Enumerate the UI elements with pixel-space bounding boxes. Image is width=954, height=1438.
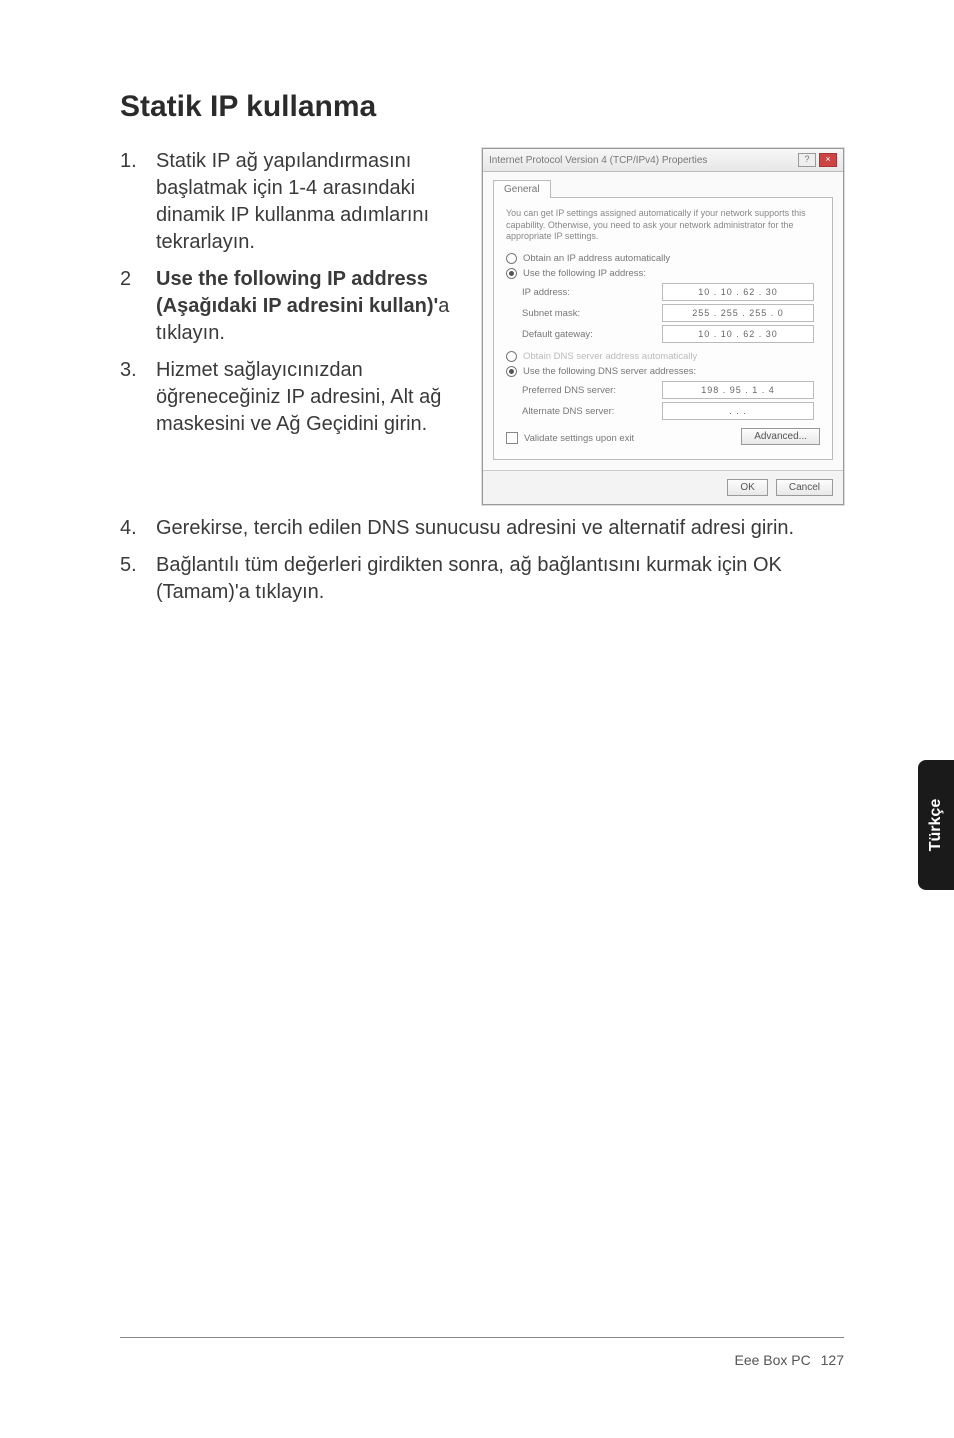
steps-list-full: 4. Gerekirse, tercih edilen DNS sunucusu… [120, 515, 844, 606]
input-preferred-dns[interactable]: 198 . 95 . 1 . 4 [662, 381, 814, 399]
step-1: 1. Statik IP ağ yapılandırmasını başlatm… [120, 148, 460, 256]
step-text: Use the following IP address (Aşağıdaki … [156, 266, 460, 347]
step-2: 2 Use the following IP address (Aşağıdak… [120, 266, 460, 347]
radio-icon [506, 253, 517, 264]
dialog-title-text: Internet Protocol Version 4 (TCP/IPv4) P… [489, 155, 707, 166]
advanced-button[interactable]: Advanced... [741, 428, 820, 445]
step-text: Statik IP ağ yapılandırmasını başlatmak … [156, 148, 460, 256]
label-preferred-dns: Preferred DNS server: [522, 385, 662, 396]
label-subnet-mask: Subnet mask: [522, 308, 662, 319]
radio-label: Use the following IP address: [523, 268, 646, 279]
radio-use-following-ip[interactable]: Use the following IP address: [506, 268, 820, 279]
step-text: Gerekirse, tercih edilen DNS sunucusu ad… [156, 515, 794, 542]
footer-product: Eee Box PC [734, 1352, 810, 1368]
input-alternate-dns[interactable]: . . . [662, 402, 814, 420]
radio-icon [506, 366, 517, 377]
input-ip-address[interactable]: 10 . 10 . 62 . 30 [662, 283, 814, 301]
step-4: 4. Gerekirse, tercih edilen DNS sunucusu… [120, 515, 844, 542]
page-heading: Statik IP kullanma [120, 90, 844, 124]
checkbox-icon [506, 432, 518, 444]
page-footer: Eee Box PC 127 [734, 1352, 844, 1368]
step-bold: Use the following IP address (Aşağıdaki … [156, 268, 438, 317]
step-number: 2 [120, 266, 156, 347]
input-subnet-mask[interactable]: 255 . 255 . 255 . 0 [662, 304, 814, 322]
footer-rule [120, 1337, 844, 1338]
input-default-gateway[interactable]: 10 . 10 . 62 . 30 [662, 325, 814, 343]
tab-panel: You can get IP settings assigned automat… [493, 197, 833, 460]
footer-page-number: 127 [821, 1352, 844, 1368]
radio-label: Use the following DNS server addresses: [523, 366, 696, 377]
radio-icon [506, 351, 517, 362]
checkbox-label: Validate settings upon exit [524, 433, 634, 444]
step-5: 5. Bağlantılı tüm değerleri girdikten so… [120, 552, 844, 606]
step-number: 3. [120, 357, 156, 438]
radio-obtain-dns-auto[interactable]: Obtain DNS server address automatically [506, 351, 820, 362]
step-3: 3. Hizmet sağlayıcınızdan öğreneceğiniz … [120, 357, 460, 438]
step-number: 1. [120, 148, 156, 256]
window-buttons: ? × [798, 153, 837, 167]
dialog-titlebar: Internet Protocol Version 4 (TCP/IPv4) P… [483, 149, 843, 172]
step-text: Bağlantılı tüm değerleri girdikten sonra… [156, 552, 844, 606]
tab-general[interactable]: General [493, 180, 551, 198]
cancel-button[interactable]: Cancel [776, 479, 833, 496]
radio-use-following-dns[interactable]: Use the following DNS server addresses: [506, 366, 820, 377]
label-ip-address: IP address: [522, 287, 662, 298]
radio-icon [506, 268, 517, 279]
language-label: Türkçe [927, 799, 945, 851]
radio-obtain-ip-auto[interactable]: Obtain an IP address automatically [506, 253, 820, 264]
tcpip-properties-dialog: Internet Protocol Version 4 (TCP/IPv4) P… [482, 148, 844, 505]
help-icon[interactable]: ? [798, 153, 816, 167]
radio-label: Obtain DNS server address automatically [523, 351, 697, 362]
step-text: Hizmet sağlayıcınızdan öğreneceğiniz IP … [156, 357, 460, 438]
label-default-gateway: Default gateway: [522, 329, 662, 340]
close-icon[interactable]: × [819, 153, 837, 167]
radio-label: Obtain an IP address automatically [523, 253, 670, 264]
label-alternate-dns: Alternate DNS server: [522, 406, 662, 417]
steps-list-left: 1. Statik IP ağ yapılandırmasını başlatm… [120, 148, 460, 438]
step-number: 5. [120, 552, 156, 606]
dialog-description: You can get IP settings assigned automat… [506, 208, 820, 243]
ok-button[interactable]: OK [727, 479, 767, 496]
step-number: 4. [120, 515, 156, 542]
language-side-tab: Türkçe [918, 760, 954, 890]
